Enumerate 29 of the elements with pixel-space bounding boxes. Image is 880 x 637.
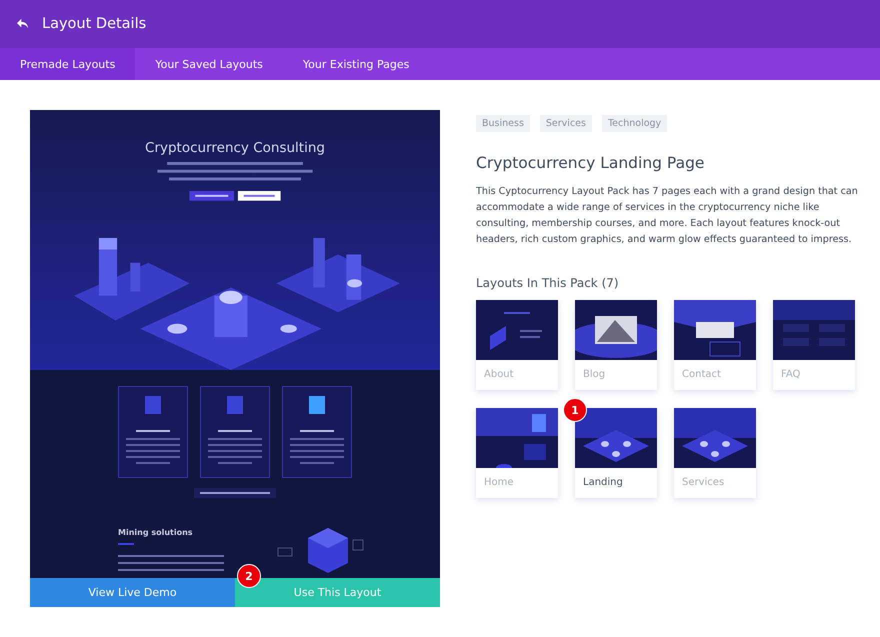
category-tag: Services: [540, 115, 592, 132]
layout-card[interactable]: Blog: [575, 300, 657, 390]
layout-card[interactable]: Services: [674, 408, 756, 498]
tab[interactable]: Your Existing Pages: [282, 48, 430, 80]
layout-name: Contact: [681, 368, 722, 380]
layout-name: Blog: [582, 368, 606, 380]
step-marker: 2: [237, 564, 261, 588]
layout-card[interactable]: Contact: [674, 300, 756, 390]
layout-name: About: [483, 368, 515, 380]
preview-section-title: Mining solutions: [118, 528, 194, 537]
layout-name: Landing: [582, 476, 624, 488]
layout-name: Home: [483, 476, 515, 488]
category-tag: Business: [476, 115, 530, 132]
live-demo-button[interactable]: View Live Demo: [30, 578, 235, 607]
layout-card[interactable]: About: [476, 300, 558, 390]
tab[interactable]: Your Saved Layouts: [135, 48, 283, 80]
pack-heading: Layouts In This Pack (7): [476, 276, 620, 290]
layout-card[interactable]: FAQ: [773, 300, 855, 390]
layout-title: Cryptocurrency Landing Page: [476, 154, 706, 172]
layout-name: FAQ: [780, 368, 802, 380]
preview-hero-title: Cryptocurrency Consulting: [145, 140, 325, 156]
category-tag: Technology: [602, 115, 668, 132]
tab[interactable]: Premade Layouts: [0, 48, 136, 80]
layout-name: Services: [681, 476, 726, 488]
layout-description: This Cyptocurrency Layout Pack has 7 pages each with a grand design that can accommodate a wide range of services in the cryptocurrency niche like consulting, membership courses, and more. Each layout features knock-out headers, rich custom graphics, and warm glow effects guaranteed to impress.: [476, 185, 859, 247]
back-icon[interactable]: [16, 18, 30, 30]
header-title: Layout Details: [42, 16, 146, 32]
layout-card[interactable]: Home: [476, 408, 558, 498]
step-marker: 1: [563, 398, 587, 422]
